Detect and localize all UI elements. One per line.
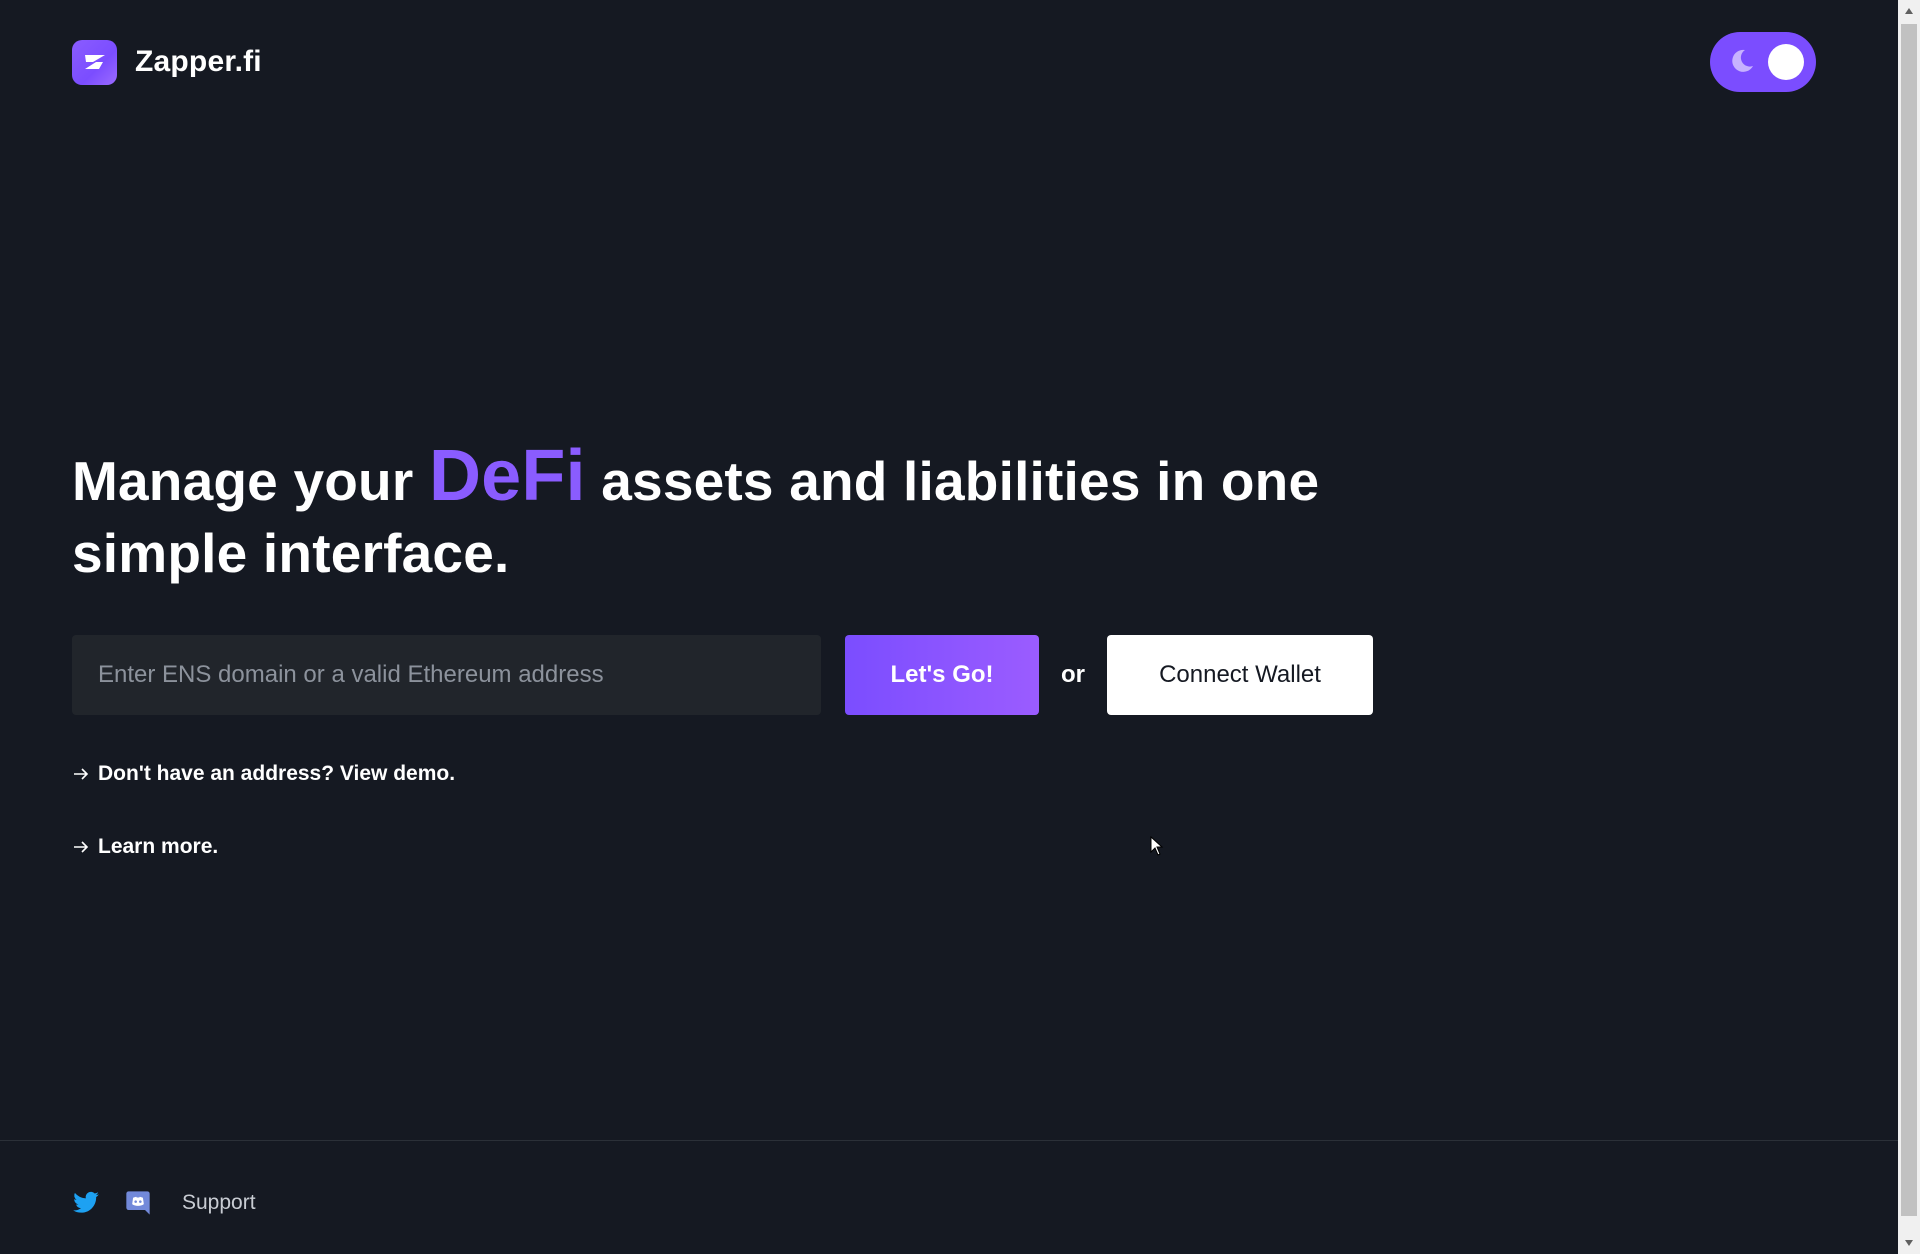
- footer: Support: [0, 1140, 1898, 1254]
- connect-wallet-button[interactable]: Connect Wallet: [1107, 635, 1373, 715]
- support-link[interactable]: Support: [182, 1191, 256, 1215]
- scroll-down-icon[interactable]: [1898, 1232, 1920, 1254]
- scrollbar-thumb[interactable]: [1901, 24, 1917, 1216]
- page-title: Manage your DeFi assets and liabilities …: [72, 440, 1392, 589]
- address-input[interactable]: [72, 635, 821, 715]
- mouse-cursor-icon: [1150, 836, 1164, 856]
- arrow-right-icon: [74, 768, 89, 780]
- brand-name: Zapper.fi: [135, 45, 262, 78]
- view-demo-link[interactable]: Don't have an address? View demo.: [72, 762, 455, 786]
- arrow-right-icon: [74, 841, 89, 853]
- vertical-scrollbar[interactable]: [1898, 0, 1920, 1254]
- header: Zapper.fi: [72, 30, 1826, 94]
- moon-icon: [1732, 49, 1753, 72]
- zapper-logo-icon: [72, 39, 117, 85]
- hero: Manage your DeFi assets and liabilities …: [72, 440, 1392, 589]
- page: Zapper.fi Manage your DeFi assets and li…: [0, 0, 1898, 1254]
- learn-more-link[interactable]: Learn more.: [72, 835, 218, 859]
- footer-links: Support: [72, 1189, 256, 1217]
- view-demo-label: Don't have an address? View demo.: [98, 762, 456, 785]
- toggle-knob: [1768, 44, 1804, 80]
- learn-more-label: Learn more.: [98, 835, 219, 858]
- scroll-up-icon[interactable]: [1898, 0, 1920, 22]
- theme-toggle[interactable]: [1710, 32, 1816, 92]
- discord-icon[interactable]: [124, 1189, 152, 1217]
- brand[interactable]: Zapper.fi: [72, 39, 262, 85]
- lets-go-button[interactable]: Let's Go!: [845, 635, 1039, 715]
- search-row: Let's Go! or Connect Wallet: [72, 635, 1373, 715]
- twitter-icon[interactable]: [72, 1189, 100, 1217]
- headline-before: Manage your: [72, 450, 414, 512]
- headline-accent: DeFi: [428, 436, 586, 516]
- or-separator: or: [1061, 661, 1085, 688]
